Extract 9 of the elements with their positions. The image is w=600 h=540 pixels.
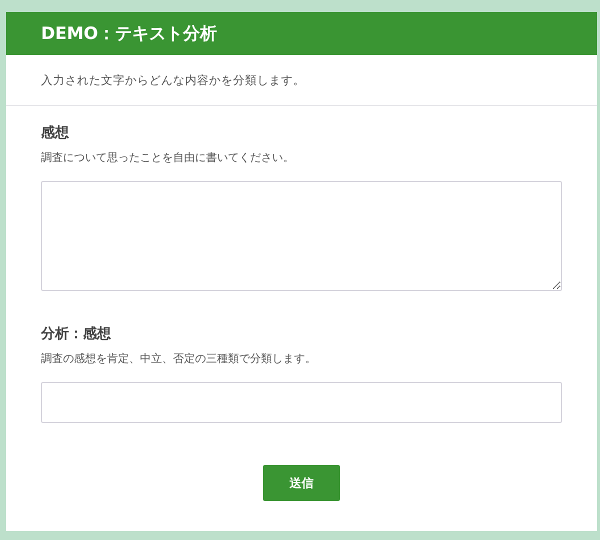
field-help-text: 調査について思ったことを自由に書いてください。	[41, 150, 295, 165]
submit-button[interactable]: 送信	[263, 465, 340, 501]
form-description: 入力された文字からどんな内容かを分類します。	[6, 55, 597, 106]
input-field[interactable]	[41, 382, 562, 423]
field-help-text: 調査の感想を肯定、中立、否定の三種類で分類します。	[41, 351, 317, 366]
form-header: DEMO：テキスト分析	[6, 12, 597, 55]
field-label: 感想	[41, 124, 70, 142]
text-area[interactable]	[41, 181, 562, 291]
field-label: 分析：感想	[41, 325, 112, 343]
